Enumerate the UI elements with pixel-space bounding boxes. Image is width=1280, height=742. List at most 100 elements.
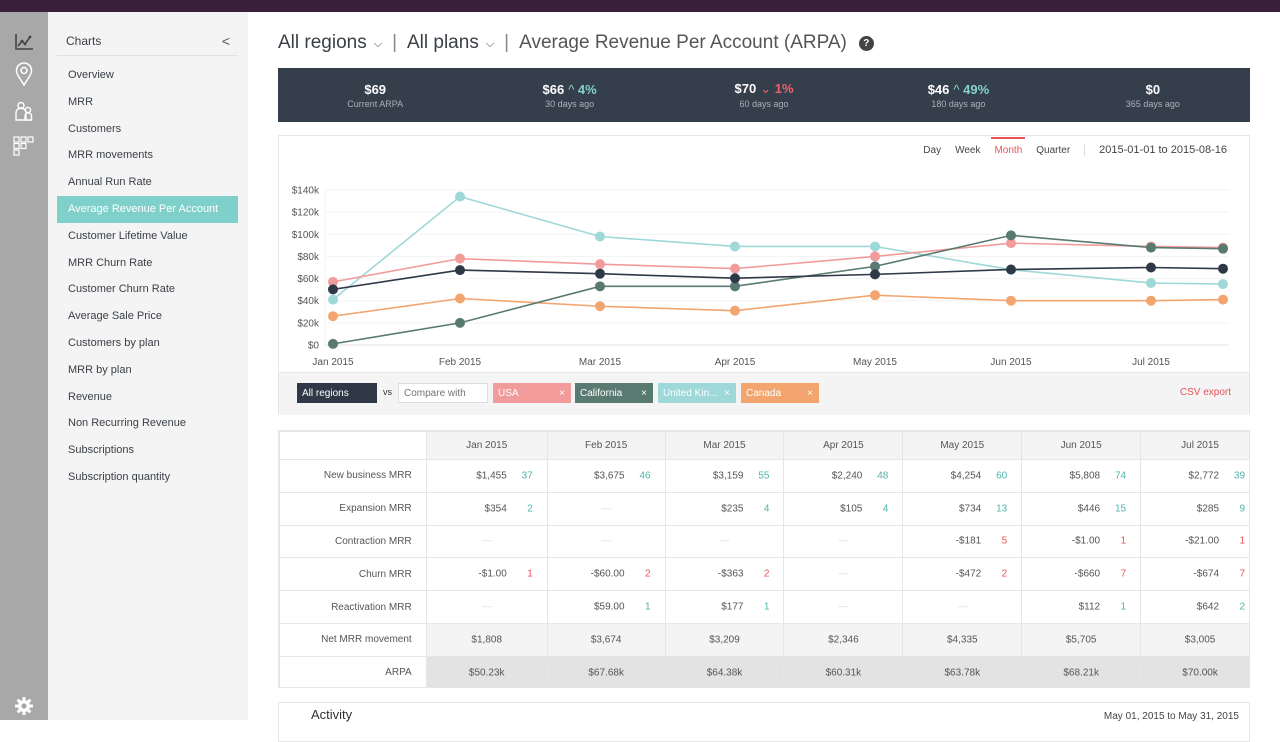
- table-cell[interactable]: $60.31k: [783, 655, 904, 687]
- table-cell[interactable]: —: [425, 524, 548, 559]
- tab-day[interactable]: Day: [923, 145, 941, 156]
- table-cell[interactable]: -$660 7: [1021, 557, 1142, 592]
- table-cell[interactable]: -$1.00 1: [425, 557, 548, 592]
- cell-amount: $70.00k: [1182, 667, 1218, 679]
- sidebar-item-customer-churn-rate[interactable]: Customer Churn Rate: [57, 276, 238, 303]
- plan-filter-dropdown[interactable]: All plans ⌵: [407, 32, 494, 54]
- sidebar-item-customers-by-plan[interactable]: Customers by plan: [57, 330, 238, 357]
- compare-with-input[interactable]: [398, 383, 488, 403]
- tab-week[interactable]: Week: [955, 145, 980, 156]
- table-cell[interactable]: —: [902, 590, 1023, 624]
- table-cell[interactable]: $2,240 48: [783, 459, 904, 493]
- table-cell[interactable]: $3,159 55: [664, 459, 785, 493]
- sidebar-item-subscription-quantity[interactable]: Subscription quantity: [57, 464, 238, 491]
- table-cell[interactable]: -$472 2: [902, 557, 1023, 592]
- remove-tag-icon[interactable]: ×: [724, 388, 730, 399]
- sidebar-item-average-sale-price[interactable]: Average Sale Price: [57, 303, 238, 330]
- sidebar-item-annual-run-rate[interactable]: Annual Run Rate: [57, 169, 238, 196]
- table-cell[interactable]: $4,254 60: [902, 459, 1023, 493]
- cell-amount: -$674: [1193, 568, 1220, 580]
- date-range-picker[interactable]: 2015-01-01 to 2015-08-16: [1099, 144, 1227, 156]
- table-cell[interactable]: $1,808: [425, 622, 548, 657]
- table-cell[interactable]: —: [783, 524, 904, 559]
- tab-quarter[interactable]: Quarter: [1036, 145, 1070, 156]
- table-cell[interactable]: $354 2: [425, 491, 548, 526]
- table-cell[interactable]: $285 9: [1140, 491, 1249, 526]
- activity-date-range[interactable]: May 01, 2015 to May 31, 2015: [1104, 711, 1239, 722]
- line-chart-icon[interactable]: [12, 30, 36, 54]
- table-cell[interactable]: $5,808 74: [1021, 459, 1142, 493]
- table-cell[interactable]: $1,455 37: [425, 459, 548, 493]
- sidebar-item-mrr[interactable]: MRR: [57, 89, 238, 116]
- table-cell[interactable]: $2,772 39: [1140, 459, 1249, 493]
- collapse-sidebar-button[interactable]: <: [222, 33, 230, 49]
- sidebar-item-subscriptions[interactable]: Subscriptions: [57, 437, 238, 464]
- table-cell[interactable]: $105 4: [783, 491, 904, 526]
- table-cell[interactable]: $3,209: [664, 622, 785, 657]
- table-cell[interactable]: $64.38k: [664, 655, 785, 687]
- map-pin-icon[interactable]: [12, 62, 36, 86]
- remove-tag-icon[interactable]: ×: [641, 388, 647, 399]
- table-cell[interactable]: $68.21k: [1021, 655, 1142, 687]
- table-cell[interactable]: $3,674: [546, 622, 666, 657]
- sidebar-item-mrr-movements[interactable]: MRR movements: [57, 142, 238, 169]
- compare-tag-usa[interactable]: USA ×: [493, 383, 571, 403]
- table-cell[interactable]: $70.00k: [1140, 655, 1249, 687]
- table-cell[interactable]: -$674 7: [1140, 557, 1249, 592]
- data-point-usa: [455, 253, 465, 264]
- apps-grid-icon[interactable]: [12, 134, 36, 158]
- table-cell[interactable]: $63.78k: [902, 655, 1023, 687]
- region-filter-dropdown[interactable]: All regions ⌵: [278, 32, 382, 54]
- table-cell[interactable]: $734 13: [902, 491, 1023, 526]
- cell-amount: $642: [1196, 601, 1220, 613]
- remove-tag-icon[interactable]: ×: [559, 388, 565, 399]
- people-icon[interactable]: [12, 99, 36, 123]
- sidebar-item-average-revenue-per-account[interactable]: Average Revenue Per Account: [57, 195, 238, 223]
- compare-tag-united-kin[interactable]: United Kin... ×: [658, 383, 736, 403]
- sidebar-item-revenue[interactable]: Revenue: [57, 384, 238, 411]
- table-cell[interactable]: —: [664, 524, 785, 559]
- compare-tag-canada[interactable]: Canada ×: [741, 383, 819, 403]
- cell-amount: $446: [1077, 503, 1101, 515]
- remove-tag-icon[interactable]: ×: [807, 388, 813, 399]
- sidebar-item-non-recurring-revenue[interactable]: Non Recurring Revenue: [57, 410, 238, 437]
- table-cell[interactable]: $5,705: [1021, 622, 1142, 657]
- sidebar-item-overview[interactable]: Overview: [57, 62, 238, 89]
- help-icon[interactable]: ?: [858, 35, 874, 51]
- table-cell[interactable]: —: [546, 491, 666, 526]
- table-cell[interactable]: —: [783, 557, 904, 592]
- table-cell[interactable]: $50.23k: [425, 655, 548, 687]
- table-cell[interactable]: $177 1: [664, 590, 785, 624]
- table-cell[interactable]: —: [425, 590, 548, 624]
- csv-export-link[interactable]: CSV export: [1180, 387, 1231, 398]
- sidebar-item-customers[interactable]: Customers: [57, 116, 238, 143]
- base-segment-chip[interactable]: All regions: [297, 383, 377, 403]
- cell-count: 2: [1001, 568, 1008, 580]
- sidebar-item-mrr-churn-rate[interactable]: MRR Churn Rate: [57, 250, 238, 277]
- table-cell[interactable]: $67.68k: [546, 655, 666, 687]
- table-cell[interactable]: -$1.00 1: [1021, 524, 1142, 559]
- table-cell[interactable]: -$60.00 2: [546, 557, 666, 592]
- tab-month[interactable]: Month: [991, 136, 1026, 156]
- table-cell[interactable]: $446 15: [1021, 491, 1142, 526]
- table-cell[interactable]: $112 1: [1021, 590, 1142, 624]
- period-divider: [1084, 144, 1086, 156]
- series-line-california: [332, 234, 1224, 345]
- table-cell[interactable]: $59.00 1: [546, 590, 666, 624]
- table-cell[interactable]: $4,335: [902, 622, 1023, 657]
- table-cell[interactable]: $3,675 46: [546, 459, 666, 493]
- title-divider: |: [392, 32, 397, 53]
- table-cell[interactable]: $235 4: [664, 491, 785, 526]
- table-cell[interactable]: $3,005: [1140, 622, 1249, 657]
- sidebar-item-customer-lifetime-value[interactable]: Customer Lifetime Value: [57, 223, 238, 250]
- table-cell[interactable]: —: [546, 524, 666, 559]
- table-cell[interactable]: -$21.00 1: [1140, 524, 1249, 559]
- table-cell[interactable]: —: [783, 590, 904, 624]
- gear-icon[interactable]: [12, 694, 36, 718]
- table-cell[interactable]: $642 2: [1140, 590, 1249, 624]
- sidebar-item-mrr-by-plan[interactable]: MRR by plan: [57, 357, 238, 384]
- table-cell[interactable]: -$363 2: [664, 557, 785, 592]
- table-cell[interactable]: -$181 5: [902, 524, 1023, 559]
- compare-tag-california[interactable]: California ×: [575, 383, 653, 403]
- table-cell[interactable]: $2,346: [783, 622, 904, 657]
